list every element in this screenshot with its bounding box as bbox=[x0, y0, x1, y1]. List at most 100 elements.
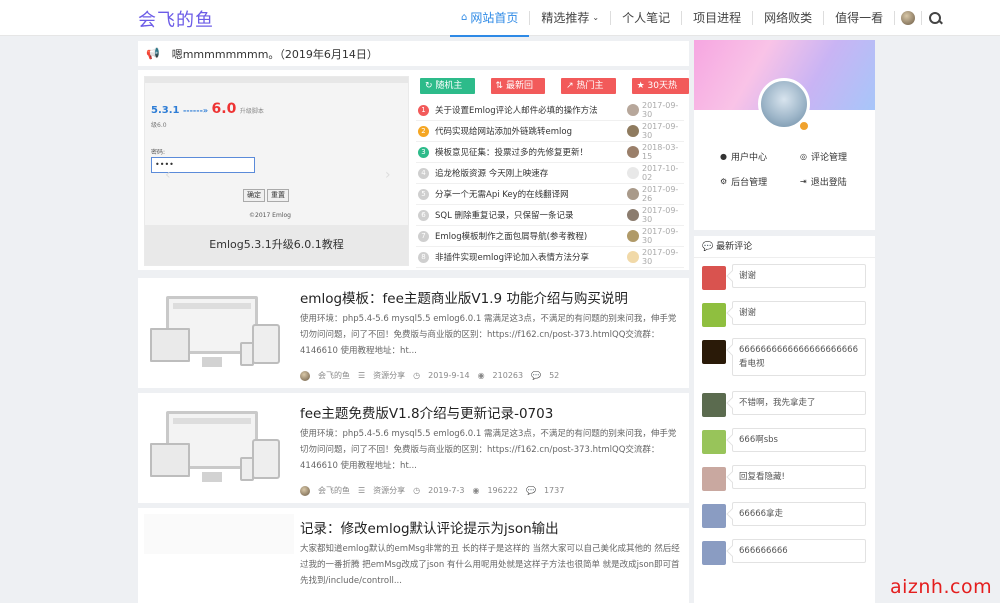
article-comments[interactable]: 52 bbox=[549, 371, 559, 380]
article-card[interactable]: 记录：修改emlog默认评论提示为json输出 大家都知道emlog默认的emM… bbox=[138, 508, 689, 603]
commenter-avatar[interactable] bbox=[702, 430, 726, 454]
rank-badge: 2 bbox=[418, 125, 429, 137]
comment-icon: 💬 bbox=[531, 371, 542, 380]
link-label: 后台管理 bbox=[731, 178, 768, 188]
nav-featured[interactable]: 精选推荐 ⌄ bbox=[530, 0, 610, 36]
nav-notes[interactable]: 个人笔记 bbox=[611, 0, 681, 36]
list-item-title[interactable]: 非插件实现emlog评论加入表情方法分享 bbox=[435, 251, 625, 263]
nav-worth[interactable]: 值得一看 bbox=[824, 0, 894, 36]
list-item-title[interactable]: 模板意见征集：投票过多的先修复更新！ bbox=[435, 146, 625, 158]
list-item-title[interactable]: 追龙枪版资源 今天刚上映速存 bbox=[435, 167, 625, 179]
notice-text[interactable]: 嗯mmmmmmmm。（2019年6月14日） bbox=[172, 46, 378, 62]
list-item[interactable]: 3 模板意见征集：投票过多的先修复更新！ 2018-03-15 bbox=[416, 142, 684, 163]
article-thumbnail[interactable] bbox=[144, 284, 294, 384]
logout-link[interactable]: ⇥ 退出登陆 bbox=[800, 175, 847, 188]
site-logo[interactable]: 会飞的鱼 bbox=[138, 6, 214, 32]
cogs-icon: ⚙ bbox=[720, 177, 728, 186]
comment-bubble[interactable]: 回复看隐藏! bbox=[732, 465, 866, 489]
article-excerpt: 大家都知道emlog默认的emMsg非常的丑 长的样子是这样的 当然大家可以自己… bbox=[300, 544, 680, 586]
list-item-title[interactable]: SQL 删除重复记录，只保留一条记录 bbox=[435, 209, 625, 221]
slide-image-header bbox=[145, 77, 408, 83]
commenter-avatar[interactable] bbox=[702, 266, 726, 290]
article-author[interactable]: 会飞的鱼 bbox=[318, 485, 350, 496]
article-title[interactable]: fee主题免费版V1.8介绍与更新记录-0703 bbox=[300, 402, 553, 422]
list-item-title[interactable]: Emlog模板制作之面包屑导航(参考教程) bbox=[435, 230, 625, 242]
user-avatar[interactable] bbox=[901, 11, 916, 25]
tablet-graphic bbox=[252, 324, 280, 364]
sign-out-icon: ⇥ bbox=[800, 177, 807, 186]
chevron-left-icon[interactable]: ‹ bbox=[165, 167, 171, 183]
external-link-icon: ↗ bbox=[566, 81, 574, 91]
nav-divider bbox=[921, 11, 923, 25]
slide-caption[interactable]: Emlog5.3.1升级6.0.1教程 bbox=[145, 225, 408, 265]
commenter-avatar[interactable] bbox=[702, 393, 726, 417]
article-meta: 会飞的鱼 ☰ 资源分享 ◷ 2019-7-3 ◉ 196222 💬 1737 bbox=[300, 485, 564, 496]
list-item-title[interactable]: 代码实现给网站添加外链跳转emlog bbox=[435, 125, 625, 137]
tab-30day-hot[interactable]: ★ 30天热门 bbox=[631, 78, 689, 107]
list-item-title[interactable]: 分享一个无需Api Key的在线翻译网 bbox=[435, 188, 625, 200]
comment-bubble[interactable]: 不错啊，我先拿走了 bbox=[732, 391, 866, 415]
list-item[interactable]: 1 关于设置Emlog评论人邮件必填的操作方法 2017-09-30 bbox=[416, 100, 684, 121]
list-item-date: 2017-10-02 bbox=[642, 164, 679, 182]
chevron-right-icon[interactable]: › bbox=[385, 167, 391, 183]
list-item[interactable]: 5 分享一个无需Api Key的在线翻译网 2017-09-26 bbox=[416, 184, 684, 205]
nav-projects[interactable]: 项目进程 bbox=[682, 0, 752, 36]
list-item-avatar bbox=[627, 188, 639, 200]
commenter-avatar[interactable] bbox=[702, 504, 726, 528]
list-item[interactable]: 2 代码实现给网站添加外链跳转emlog 2017-09-30 bbox=[416, 121, 684, 142]
commenter-avatar[interactable] bbox=[702, 467, 726, 491]
tab-hot[interactable]: ↗ 热门主题 bbox=[561, 78, 616, 107]
article-card[interactable]: emlog模板：fee主题商业版V1.9 功能介绍与购买说明 使用环境：php5… bbox=[138, 278, 689, 388]
comment-bubble[interactable]: 666啊sbs bbox=[732, 428, 866, 452]
list-item-date: 2017-09-30 bbox=[642, 122, 679, 140]
author-avatar bbox=[300, 485, 310, 496]
comment-bubble[interactable]: 666666666 bbox=[732, 539, 866, 563]
list-item-avatar bbox=[627, 209, 639, 221]
article-author[interactable]: 会飞的鱼 bbox=[318, 370, 350, 381]
author-avatar bbox=[300, 370, 310, 381]
nav-home[interactable]: ⌂ 网站首页 bbox=[450, 0, 530, 37]
sort-icon: ⇅ bbox=[495, 81, 504, 91]
link-label: 评论管理 bbox=[810, 153, 847, 163]
user-center-link[interactable]: ● 用户中心 bbox=[720, 150, 767, 163]
article-comments[interactable]: 1737 bbox=[544, 486, 564, 495]
list-item-avatar bbox=[627, 230, 639, 242]
version-tail: 升级脚本 bbox=[239, 108, 264, 115]
article-thumbnail[interactable] bbox=[144, 399, 294, 499]
list-item-avatar bbox=[627, 146, 639, 158]
commenter-avatar[interactable] bbox=[702, 340, 726, 364]
latest-comments-widget: 💬 最新评论 谢谢 谢谢 6666666666666666666666看电视 不错啊，… bbox=[694, 236, 875, 603]
article-category[interactable]: 资源分享 bbox=[373, 370, 405, 381]
article-category[interactable]: 资源分享 bbox=[373, 485, 405, 496]
tab-latest-replies[interactable]: ⇅ 最新回复 bbox=[490, 78, 546, 107]
chevron-down-icon: ⌄ bbox=[592, 13, 600, 22]
monitor-stand-graphic bbox=[202, 357, 222, 367]
nav-scum[interactable]: 网络败类 bbox=[753, 0, 823, 36]
search-icon[interactable] bbox=[928, 11, 942, 25]
article-views: 210263 bbox=[492, 371, 524, 380]
list-item[interactable]: 7 Emlog模板制作之面包屑导航(参考教程) 2017-09-30 bbox=[416, 226, 684, 247]
list-item-date: 2017-09-30 bbox=[642, 101, 679, 119]
comment-bubble[interactable]: 6666666666666666666666看电视 bbox=[732, 338, 866, 376]
comment-manage-link[interactable]: ◎ 评论管理 bbox=[800, 150, 847, 163]
admin-link[interactable]: ⚙ 后台管理 bbox=[720, 175, 767, 188]
list-item[interactable]: 6 SQL 删除重复记录，只保留一条记录 2017-09-30 bbox=[416, 205, 684, 226]
article-thumbnail[interactable] bbox=[144, 514, 294, 554]
rank-badge: 7 bbox=[418, 230, 429, 242]
article-card[interactable]: fee主题免费版V1.8介绍与更新记录-0703 使用环境：php5.4-5.6… bbox=[138, 393, 689, 503]
comment-bubble[interactable]: 66666拿走 bbox=[732, 502, 866, 526]
comment-bubble[interactable]: 谢谢 bbox=[732, 264, 866, 288]
commenter-avatar[interactable] bbox=[702, 303, 726, 327]
list-item-title[interactable]: 关于设置Emlog评论人邮件必填的操作方法 bbox=[435, 104, 625, 116]
article-title[interactable]: 记录：修改emlog默认评论提示为json输出 bbox=[300, 517, 559, 537]
article-title[interactable]: emlog模板：fee主题商业版V1.9 功能介绍与购买说明 bbox=[300, 287, 628, 307]
featured-slider[interactable]: 5.3.1 ------» 6.0 升级脚本 级6.0 密码: •••• 确定 … bbox=[144, 76, 409, 266]
list-item[interactable]: 4 追龙枪版资源 今天刚上映速存 2017-10-02 bbox=[416, 163, 684, 184]
comment-bubble[interactable]: 谢谢 bbox=[732, 301, 866, 325]
clock-icon: ◷ bbox=[413, 371, 421, 380]
commenter-avatar[interactable] bbox=[702, 541, 726, 565]
list-item[interactable]: 8 非插件实现emlog评论加入表情方法分享 2017-09-30 bbox=[416, 247, 684, 268]
slide-reset-button: 重置 bbox=[267, 189, 289, 202]
link-label: 退出登陆 bbox=[810, 178, 847, 188]
tab-random[interactable]: ↻ 随机主题 bbox=[420, 78, 475, 107]
